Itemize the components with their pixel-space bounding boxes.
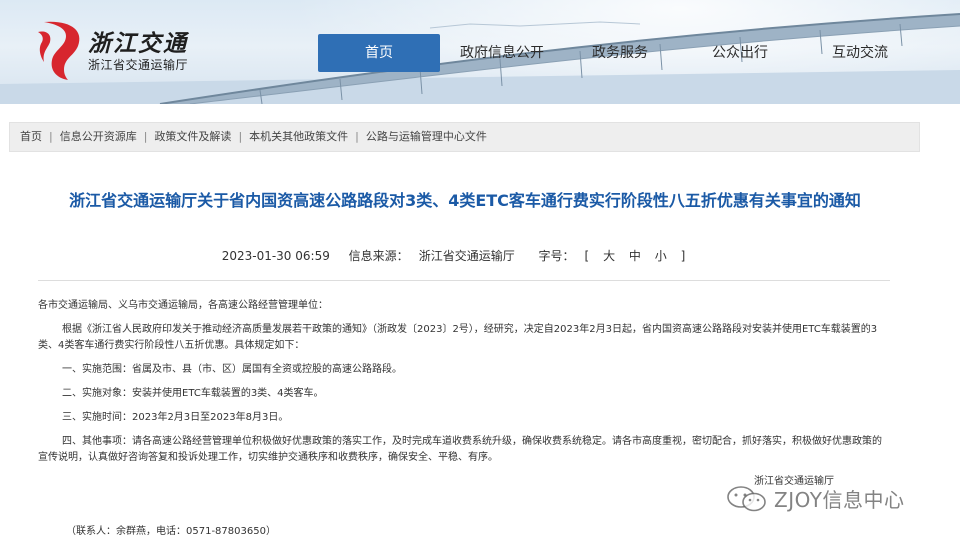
breadcrumb-separator: | [238,130,243,143]
breadcrumb-policy-docs[interactable]: 政策文件及解读 [154,130,231,143]
meta-divider [38,280,890,281]
font-size-medium-button[interactable]: 中 [629,249,641,263]
nav-item-gov-services[interactable]: 政务服务 [574,34,666,72]
logo-subtitle: 浙江省交通运输厅 [88,58,189,72]
nav-item-gov-info[interactable]: 政府信息公开 [446,34,558,72]
font-size-control: 字号： [ 大 中 小 ] [534,249,691,263]
source-value: 浙江省交通运输厅 [418,249,515,263]
paragraph-period: 三、实施时间：2023年2月3日至2023年8月3日。 [62,412,289,423]
breadcrumb-info-library[interactable]: 信息公开资源库 [60,130,137,143]
paragraph-scope: 一、实施范围：省属及市、县（市、区）属国有全资或控股的高速公路路段。 [62,364,402,375]
wechat-icon [727,486,766,512]
breadcrumb-separator: | [355,130,359,143]
font-size-bracket-open: [ [584,249,590,263]
nav-item-home[interactable]: 首页 [318,34,440,72]
paragraph-intro: 根据《浙江省人民政府印发关于推动经济高质量发展若干政策的通知》（浙政发〔2023… [38,324,878,351]
contact-info: （联系人：余群燕，电话：0571-87803650） [66,526,276,537]
font-size-bracket-close: ] [680,249,686,263]
breadcrumb-separator: | [49,130,53,143]
logo-title: 浙江交通 [88,30,188,57]
breadcrumb-other-policies[interactable]: 本机关其他政策文件 [249,130,348,143]
paragraph-target: 二、实施对象：安装并使用ETC车载装置的3类、4类客车。 [62,388,324,399]
article-meta: 2023-01-30 06:59 信息来源： 浙江省交通运输厅 字号： [ 大 中 … [0,247,912,264]
font-size-label: 字号： [538,249,575,263]
paragraph-other: 四、其他事项：请各高速公路经营管理单位积极做好优惠政策的落实工作，及时完成车道收… [38,436,882,463]
font-size-small-button[interactable]: 小 [655,249,667,263]
breadcrumb-home[interactable]: 首页 [20,130,42,143]
breadcrumb-center-docs[interactable]: 公路与运输管理中心文件 [366,130,487,143]
article-title: 浙江省交通运输厅关于省内国资高速公路路段对3类、4类ETC客车通行费实行阶段性八… [69,191,861,210]
watermark-text: ZJOY信息中心 [774,488,905,512]
source-label: 信息来源： [348,249,409,263]
font-size-large-button[interactable]: 大 [603,249,615,263]
site-header: 浙江交通 浙江省交通运输厅 首页 政府信息公开 政务服务 公众出行 互动交流 [0,0,960,104]
paragraph-salutation: 各市交通运输局、义乌市交通运输局，各高速公路经营管理单位： [38,300,328,311]
logo-mark-icon [38,21,80,80]
publish-date: 2023-01-30 06:59 [221,249,330,263]
source-group: 信息来源： 浙江省交通运输厅 [344,249,520,263]
nav-item-public-travel[interactable]: 公众出行 [694,34,786,72]
breadcrumb: 首页 | 信息公开资源库 | 政策文件及解读 | 本机关其他政策文件 | 公路与运输管理中心文件 [9,122,920,152]
nav-item-interaction[interactable]: 互动交流 [814,34,906,72]
breadcrumb-separator: | [143,130,148,143]
